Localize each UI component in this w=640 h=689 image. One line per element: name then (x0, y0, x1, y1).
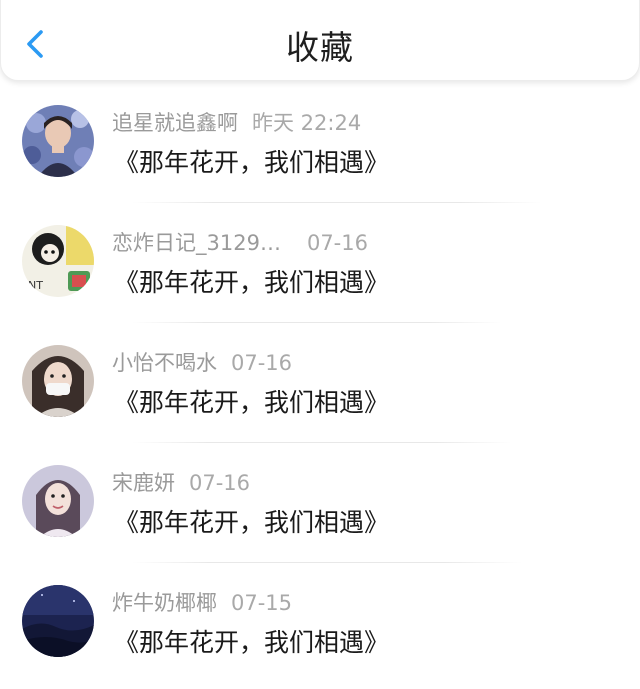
timestamp: 07-16 (231, 351, 293, 375)
item-content[interactable]: 《那年花开，我们相遇》 (114, 145, 389, 181)
avatar[interactable]: NT (22, 225, 94, 297)
user-name[interactable]: 恋炸日记_3129… (112, 231, 281, 255)
user-name[interactable]: 追星就追鑫啊 (112, 111, 238, 135)
avatar[interactable] (22, 345, 94, 417)
item-meta: 炸牛奶椰椰 07-15 (112, 589, 292, 617)
svg-text:NT: NT (28, 279, 43, 292)
page-title: 收藏 (286, 28, 354, 67)
item-meta: 追星就追鑫啊 昨天 22:24 (112, 109, 361, 137)
top-bar: 收藏 (0, 0, 640, 81)
favorites-list: 追星就追鑫啊 昨天 22:24 《那年花开，我们相遇》 NT 恋炸日记_3129…… (0, 83, 640, 683)
list-item[interactable]: 追星就追鑫啊 昨天 22:24 《那年花开，我们相遇》 (0, 83, 640, 203)
avatar[interactable] (22, 465, 94, 537)
item-meta: 小怡不喝水 07-16 (112, 349, 292, 377)
item-content[interactable]: 《那年花开，我们相遇》 (114, 385, 389, 421)
item-content[interactable]: 《那年花开，我们相遇》 (114, 505, 389, 541)
item-meta: 恋炸日记_3129… 07-16 (112, 229, 368, 257)
list-item[interactable]: 小怡不喝水 07-16 《那年花开，我们相遇》 (0, 323, 640, 443)
list-item[interactable]: NT 恋炸日记_3129… 07-16 《那年花开，我们相遇》 (0, 203, 640, 323)
timestamp: 昨天 22:24 (252, 111, 362, 135)
timestamp: 07-16 (189, 471, 251, 495)
user-name[interactable]: 宋鹿妍 (112, 471, 175, 495)
list-item[interactable]: 炸牛奶椰椰 07-15 《那年花开，我们相遇》 (0, 563, 640, 683)
item-content[interactable]: 《那年花开，我们相遇》 (114, 265, 389, 301)
avatar[interactable] (22, 105, 94, 177)
user-name[interactable]: 小怡不喝水 (112, 351, 217, 375)
list-item[interactable]: 宋鹿妍 07-16 《那年花开，我们相遇》 (0, 443, 640, 563)
timestamp: 07-15 (231, 591, 293, 615)
timestamp: 07-16 (306, 231, 368, 255)
avatar[interactable] (22, 585, 94, 657)
user-name[interactable]: 炸牛奶椰椰 (112, 591, 217, 615)
item-content[interactable]: 《那年花开，我们相遇》 (114, 625, 389, 661)
item-meta: 宋鹿妍 07-16 (112, 469, 250, 497)
